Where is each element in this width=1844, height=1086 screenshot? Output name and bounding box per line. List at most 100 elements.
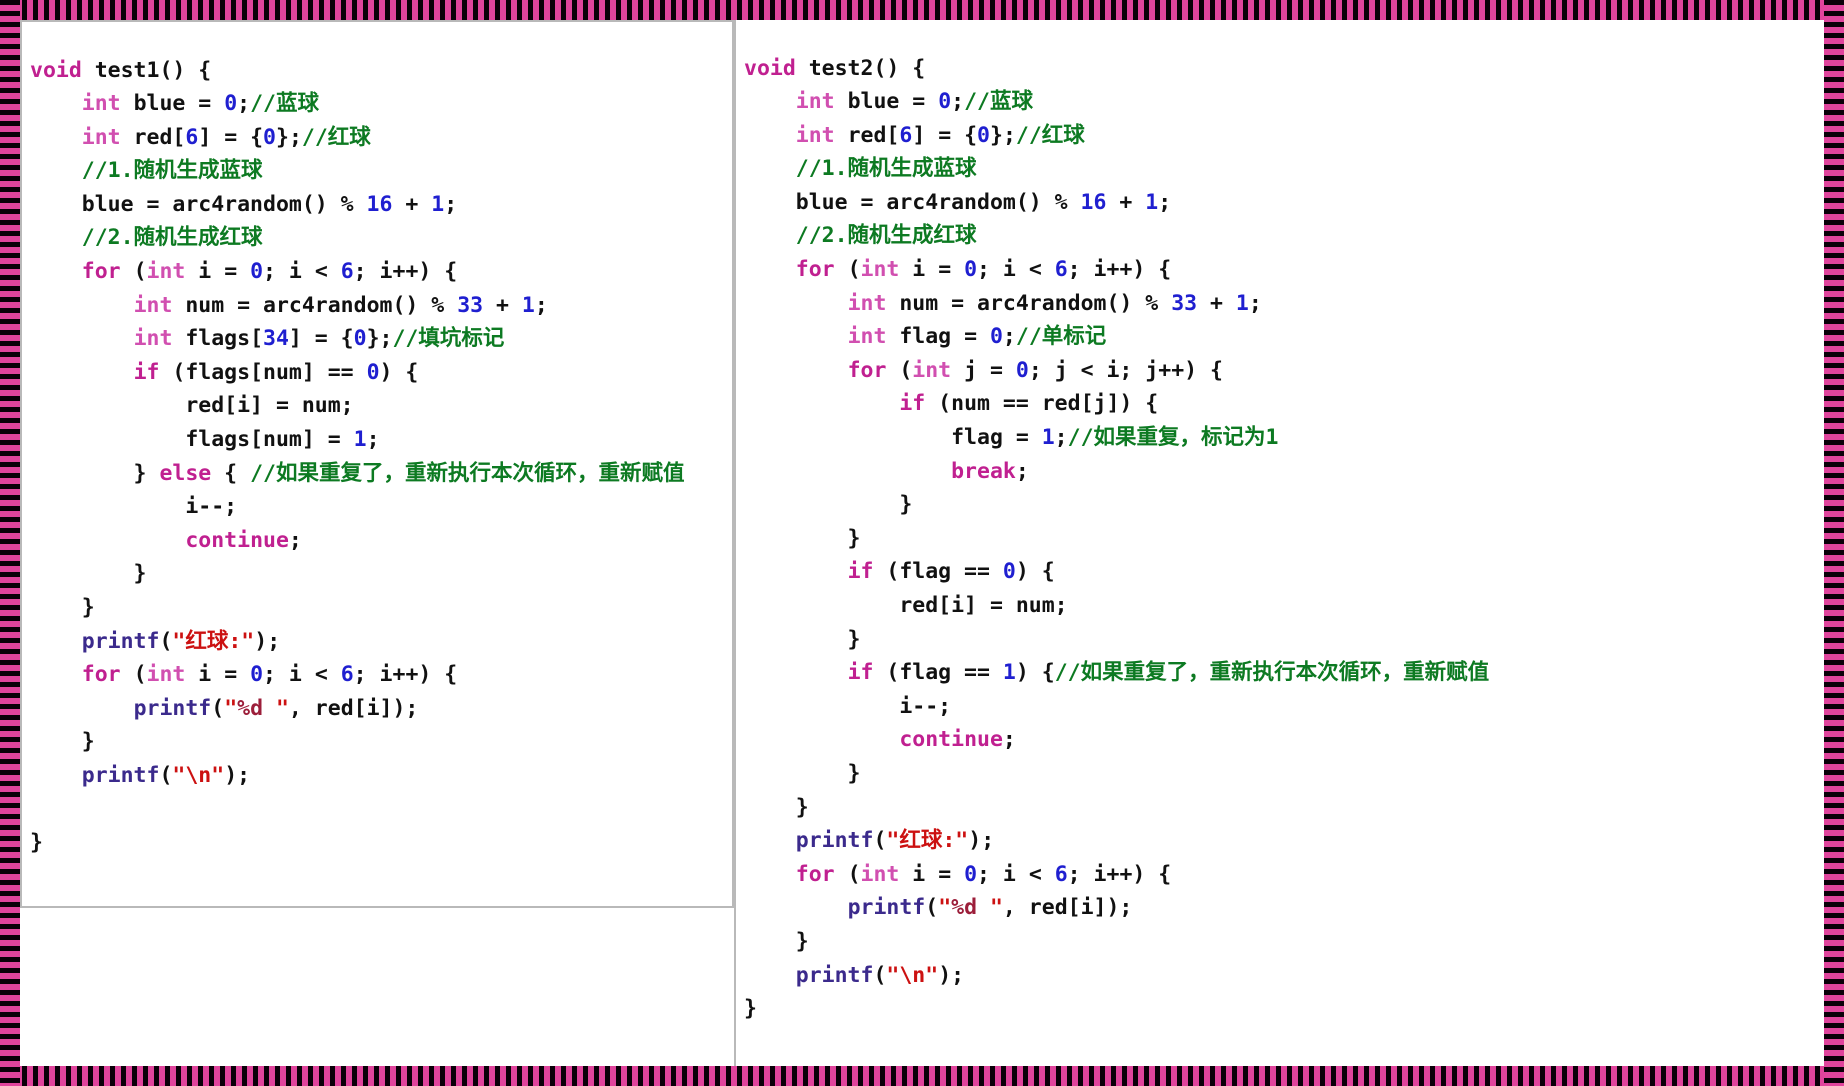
code-listing-test2[interactable]: void test2() { int blue = 0;//蓝球 int red…	[736, 42, 1822, 1026]
code-token-num: 0	[938, 89, 952, 115]
code-token-plain: i =	[899, 257, 965, 283]
code-token-typ: int	[860, 257, 900, 283]
code-line: for (int i = 0; i < 6; i++) {	[744, 257, 1171, 282]
code-token-plain: (	[925, 895, 939, 921]
code-token-plain: , red[i]);	[288, 695, 419, 721]
code-token-kw: void	[30, 57, 82, 83]
code-token-plain: red[	[120, 124, 186, 150]
code-token-plain: flags[num] =	[30, 427, 354, 453]
code-token-plain: +	[1197, 290, 1236, 316]
code-token-str: \n	[185, 762, 212, 788]
code-token-plain: blue =	[834, 89, 939, 115]
code-token-plain: ; i++) {	[353, 259, 458, 285]
code-line: int flag = 0;//单标记	[744, 324, 1107, 350]
code-token-kw: continue	[899, 727, 1003, 753]
code-token-plain: blue = arc4random() %	[30, 191, 367, 217]
code-token-plain: );	[254, 628, 281, 654]
code-token-typ: int	[912, 357, 952, 383]
code-token-plain: flags[	[172, 326, 264, 352]
code-token-cmt: //2.随机生成红球	[81, 225, 263, 251]
code-line: } else { //如果重复了，重新执行本次循环，重新赋值	[30, 461, 685, 486]
code-token-num: 0	[224, 91, 238, 117]
code-token-kw: if	[899, 391, 926, 417]
code-line: if (num == red[j]) {	[744, 391, 1158, 416]
code-token-cmt: //单标记	[1015, 324, 1107, 350]
code-line: }	[744, 996, 757, 1021]
code-token-typ: int	[133, 326, 173, 352]
code-token-num: 1	[1145, 189, 1159, 215]
code-token-plain: }	[744, 525, 861, 551]
code-token-typ: int	[146, 662, 186, 688]
code-token-cmt: //红球	[1015, 122, 1085, 148]
code-token-plain: ) {	[379, 359, 419, 385]
code-token-plain: (	[211, 695, 225, 721]
code-token-str: "	[224, 695, 238, 721]
border-stripe-top	[0, 0, 1844, 20]
code-token-str: "红球:"	[886, 828, 969, 854]
code-token-str: "	[938, 895, 952, 921]
code-token-num: 0	[964, 861, 978, 887]
code-line: if (flags[num] == 0) {	[30, 359, 419, 385]
code-line: printf("红球:");	[744, 828, 994, 853]
code-token-cmt: //如果重复了，重新执行本次循环，重新赋值	[1054, 660, 1490, 686]
code-token-plain: ; i++) {	[353, 662, 458, 688]
code-token-plain: i =	[185, 259, 251, 285]
code-token-num: 0	[353, 326, 367, 352]
code-line: }	[744, 526, 861, 551]
code-token-fn: printf	[795, 828, 874, 854]
code-line: for (int i = 0; i < 6; i++) {	[30, 662, 457, 687]
code-token-plain: +	[483, 292, 522, 318]
code-line: }	[744, 492, 912, 517]
code-token-num: 0	[250, 259, 264, 285]
code-line: }	[30, 729, 95, 754]
code-token-plain: );	[224, 762, 251, 788]
code-token-plain: };	[990, 122, 1016, 148]
code-line: i--;	[30, 494, 237, 519]
code-token-cmt: //如果重复，标记为1	[1067, 425, 1279, 451]
code-token-num: 6	[1054, 257, 1068, 283]
code-token-fn: printf	[81, 628, 160, 654]
code-line: flags[num] = 1;	[30, 427, 379, 453]
code-token-plain: );	[938, 962, 965, 988]
code-token-plain: red[i] = num;	[30, 393, 354, 419]
code-line: if (flag == 0) {	[744, 559, 1055, 584]
code-line: int blue = 0;//蓝球	[30, 91, 319, 116]
code-token-plain: }	[744, 492, 913, 518]
code-token-plain: i =	[899, 861, 965, 887]
code-token-str: "	[211, 762, 225, 788]
code-token-num: 0	[964, 257, 978, 283]
code-listing-test1[interactable]: void test1() { int blue = 0;//蓝球 int red…	[22, 44, 732, 860]
code-line: continue;	[30, 528, 302, 553]
code-token-plain: }	[744, 626, 861, 652]
code-token-num: 0	[989, 324, 1003, 350]
code-token-num: 1	[521, 292, 535, 318]
code-line: printf("\n");	[30, 763, 250, 788]
code-token-fn: printf	[795, 962, 874, 988]
code-token-num: 0	[1015, 357, 1029, 383]
code-token-plain: +	[392, 191, 432, 217]
code-token-typ: int	[795, 89, 835, 115]
code-token-plain: }	[744, 928, 809, 954]
code-line: }	[744, 795, 809, 820]
code-line: if (flag == 1) {//如果重复了，重新执行本次循环，重新赋值	[744, 660, 1490, 686]
border-stripe-bottom	[0, 1066, 1844, 1086]
code-token-plain: ;	[1002, 727, 1016, 753]
code-token-kw: for	[795, 257, 835, 283]
code-line: red[i] = num;	[744, 593, 1067, 618]
code-token-num: 6	[899, 122, 913, 148]
code-line: for (int j = 0; j < i; j++) {	[744, 358, 1223, 383]
code-token-kw: for	[81, 259, 121, 285]
code-token-str: "	[977, 895, 1003, 921]
code-token-num: 0	[250, 662, 264, 688]
code-line: int num = arc4random() % 33 + 1;	[30, 293, 548, 318]
